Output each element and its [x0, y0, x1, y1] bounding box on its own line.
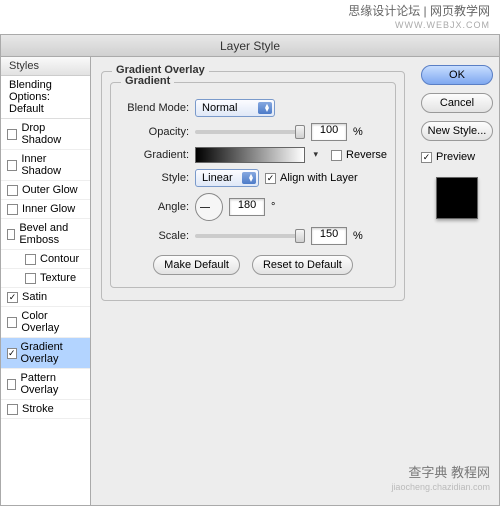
sidebar-item-label: Inner Shadow	[21, 153, 84, 177]
checkbox-icon[interactable]	[7, 292, 18, 303]
sidebar-item-bevel-and-emboss[interactable]: Bevel and Emboss	[1, 219, 90, 250]
title-bar: Layer Style	[1, 35, 499, 57]
sidebar-item-satin[interactable]: Satin	[1, 288, 90, 307]
opacity-slider[interactable]	[195, 130, 305, 134]
pct-label-2: %	[353, 230, 363, 242]
sidebar-item-label: Stroke	[22, 403, 54, 415]
opacity-input[interactable]: 100	[311, 123, 347, 141]
gradient-picker[interactable]	[195, 147, 305, 163]
checkbox-icon[interactable]	[7, 160, 17, 171]
checkbox-icon[interactable]	[7, 379, 16, 390]
sidebar-item-label: Pattern Overlay	[20, 372, 84, 396]
sidebar-item-inner-shadow[interactable]: Inner Shadow	[1, 150, 90, 181]
sidebar-item-stroke[interactable]: Stroke	[1, 400, 90, 419]
sidebar-item-label: Contour	[40, 253, 79, 265]
align-with-layer-checkbox[interactable]: Align with Layer	[265, 172, 358, 184]
sidebar-item-color-overlay[interactable]: Color Overlay	[1, 307, 90, 338]
sidebar-item-label: Gradient Overlay	[21, 341, 84, 365]
main-panel: Gradient Overlay Gradient Blend Mode: No…	[91, 57, 415, 505]
watermark-top: 思缘设计论坛 | 网页教学网 WWW.WEBJX.COM	[348, 4, 490, 31]
sidebar-item-texture[interactable]: Texture	[1, 269, 90, 288]
sidebar-item-label: Texture	[40, 272, 76, 284]
ok-button[interactable]: OK	[421, 65, 493, 85]
angle-label: Angle:	[119, 201, 189, 213]
sidebar-item-outer-glow[interactable]: Outer Glow	[1, 181, 90, 200]
layer-style-dialog: Layer Style Styles Blending Options: Def…	[0, 34, 500, 506]
deg-label: °	[271, 201, 275, 213]
blend-mode-label: Blend Mode:	[119, 102, 189, 114]
sidebar-item-label: Bevel and Emboss	[19, 222, 84, 246]
gradient-label: Gradient:	[119, 149, 189, 161]
checkbox-icon[interactable]	[7, 204, 18, 215]
checkbox-icon[interactable]	[7, 404, 18, 415]
checkbox-icon[interactable]	[7, 185, 18, 196]
sidebar-item-gradient-overlay[interactable]: Gradient Overlay	[1, 338, 90, 369]
sidebar-item-label: Satin	[22, 291, 47, 303]
sidebar-item-label: Color Overlay	[21, 310, 84, 334]
sidebar-item-drop-shadow[interactable]: Drop Shadow	[1, 119, 90, 150]
checkbox-icon[interactable]	[25, 254, 36, 265]
reset-default-button[interactable]: Reset to Default	[252, 255, 353, 275]
styles-sidebar: Styles Blending Options: Default Drop Sh…	[1, 57, 91, 505]
blending-options-row[interactable]: Blending Options: Default	[1, 76, 90, 119]
checkbox-icon[interactable]	[7, 229, 15, 240]
checkbox-icon[interactable]	[7, 317, 17, 328]
sidebar-item-pattern-overlay[interactable]: Pattern Overlay	[1, 369, 90, 400]
opacity-label: Opacity:	[119, 126, 189, 138]
right-column: OK Cancel New Style... Preview	[415, 57, 499, 505]
angle-input[interactable]: 180	[229, 198, 265, 216]
pct-label: %	[353, 126, 363, 138]
sidebar-item-inner-glow[interactable]: Inner Glow	[1, 200, 90, 219]
scale-slider[interactable]	[195, 234, 305, 238]
sidebar-item-label: Outer Glow	[22, 184, 78, 196]
preview-swatch	[436, 177, 478, 219]
angle-dial[interactable]	[195, 193, 223, 221]
checkbox-icon[interactable]	[7, 129, 17, 140]
style-select[interactable]: Linear▴▾	[195, 169, 259, 187]
scale-label: Scale:	[119, 230, 189, 242]
watermark-bottom: 查字典 教程网 jiaocheng.chazidian.com	[391, 465, 490, 494]
sidebar-header[interactable]: Styles	[1, 57, 90, 76]
cancel-button[interactable]: Cancel	[421, 93, 493, 113]
checkbox-icon[interactable]	[7, 348, 17, 359]
preview-checkbox[interactable]: Preview	[421, 151, 493, 163]
blend-mode-select[interactable]: Normal▴▾	[195, 99, 275, 117]
sidebar-item-contour[interactable]: Contour	[1, 250, 90, 269]
style-label: Style:	[119, 172, 189, 184]
sidebar-item-label: Inner Glow	[22, 203, 75, 215]
scale-input[interactable]: 150	[311, 227, 347, 245]
sidebar-item-label: Drop Shadow	[21, 122, 84, 146]
checkbox-icon[interactable]	[25, 273, 36, 284]
panel-subtitle: Gradient	[121, 75, 174, 87]
new-style-button[interactable]: New Style...	[421, 121, 493, 141]
make-default-button[interactable]: Make Default	[153, 255, 240, 275]
reverse-checkbox[interactable]: Reverse	[331, 149, 387, 161]
